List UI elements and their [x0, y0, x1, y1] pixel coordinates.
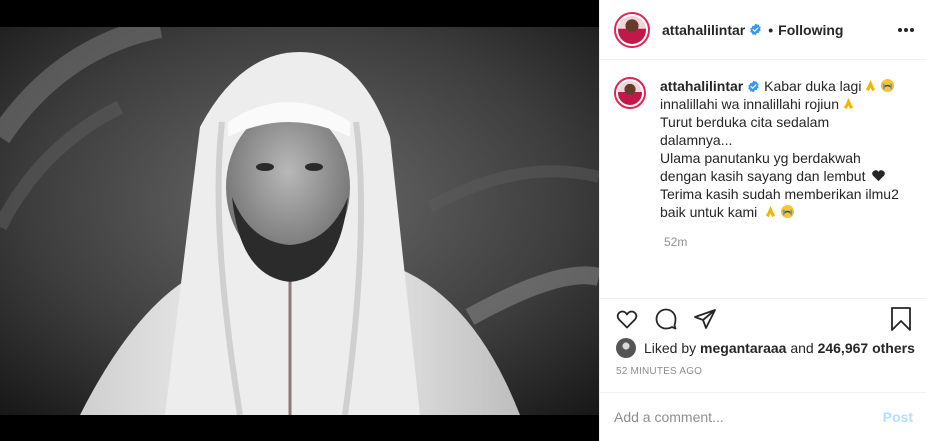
- more-options-icon[interactable]: [898, 22, 914, 38]
- caption-timestamp[interactable]: 52m: [664, 235, 913, 249]
- like-button[interactable]: [614, 306, 640, 332]
- post-header: attahalilintar • Following: [600, 0, 926, 60]
- photo-image: [0, 27, 599, 415]
- crying-emoji: [781, 204, 795, 219]
- caption-username[interactable]: attahalilintar: [660, 78, 743, 94]
- caption-line-6: dengan kasih sayang dan lembut: [660, 167, 905, 185]
- caption-row: attahalilintar Kabar duka lagi innalilla…: [614, 77, 913, 221]
- caption-line-3: Turut berduka cita sedalam: [660, 114, 830, 130]
- pray-emoji: [843, 97, 854, 110]
- comment-input[interactable]: [614, 409, 883, 425]
- action-bar: [600, 298, 926, 338]
- caption-line-7: Terima kasih sudah memberikan ilmu2: [660, 186, 899, 202]
- pray-emoji: [866, 79, 876, 92]
- avatar-image: [618, 15, 646, 44]
- caption-line-4: dalamnya...: [660, 132, 733, 148]
- caption-line-1: attahalilintar Kabar duka lagi: [660, 77, 905, 95]
- caption-author-avatar[interactable]: [614, 77, 646, 109]
- likes-prefix: Liked by: [644, 340, 697, 356]
- likes-count[interactable]: 246,967 others: [818, 340, 915, 356]
- post-comment-button[interactable]: Post: [883, 409, 913, 425]
- black-heart-emoji: [872, 170, 886, 182]
- caption-line-2: innalillahi wa innalillahi rojiun: [660, 95, 905, 113]
- instagram-post: attahalilintar • Following attahalilinta…: [0, 0, 926, 441]
- comment-icon: [655, 308, 677, 329]
- caption-text: attahalilintar Kabar duka lagi innalilla…: [660, 77, 905, 221]
- pray-emoji: [765, 205, 776, 218]
- post-photo[interactable]: [0, 0, 599, 441]
- caption-text-line: dengan kasih sayang dan lembut: [660, 168, 866, 184]
- heart-icon: [616, 310, 638, 328]
- header-separator: •: [768, 21, 774, 38]
- share-button[interactable]: [692, 306, 718, 332]
- crying-emoji: [881, 78, 895, 93]
- likes-summary: Liked by megantaraaa and 246,967 others: [616, 338, 915, 358]
- caption-line-5: Ulama panutanku yg berdakwah: [660, 150, 861, 166]
- comment-button[interactable]: [653, 306, 679, 332]
- caption-text-line: Kabar duka lagi: [764, 78, 862, 94]
- likes-middle: and: [790, 340, 814, 356]
- following-button[interactable]: Following: [778, 22, 843, 38]
- bookmark-icon: [891, 307, 911, 331]
- comments-area: attahalilintar Kabar duka lagi innalilla…: [600, 61, 926, 298]
- save-button[interactable]: [889, 306, 915, 332]
- share-icon: [694, 308, 716, 329]
- caption-text-line: baik untuk kami: [660, 204, 758, 220]
- add-comment-bar: Post: [600, 392, 926, 441]
- verified-badge-icon: [748, 80, 760, 93]
- liker-avatar[interactable]: [616, 338, 636, 358]
- post-timestamp[interactable]: 52 MINUTES AGO: [616, 366, 702, 377]
- avatar-image: [618, 81, 642, 105]
- author-username[interactable]: attahalilintar: [662, 22, 745, 38]
- caption-text-line: innalillahi wa innalillahi rojiun: [660, 96, 839, 112]
- verified-badge-icon: [750, 23, 762, 36]
- post-sidebar: attahalilintar • Following attahalilinta…: [599, 0, 926, 441]
- author-avatar[interactable]: [614, 11, 650, 48]
- caption-line-8: baik untuk kami: [660, 203, 905, 221]
- liker-username[interactable]: megantaraaa: [700, 340, 786, 356]
